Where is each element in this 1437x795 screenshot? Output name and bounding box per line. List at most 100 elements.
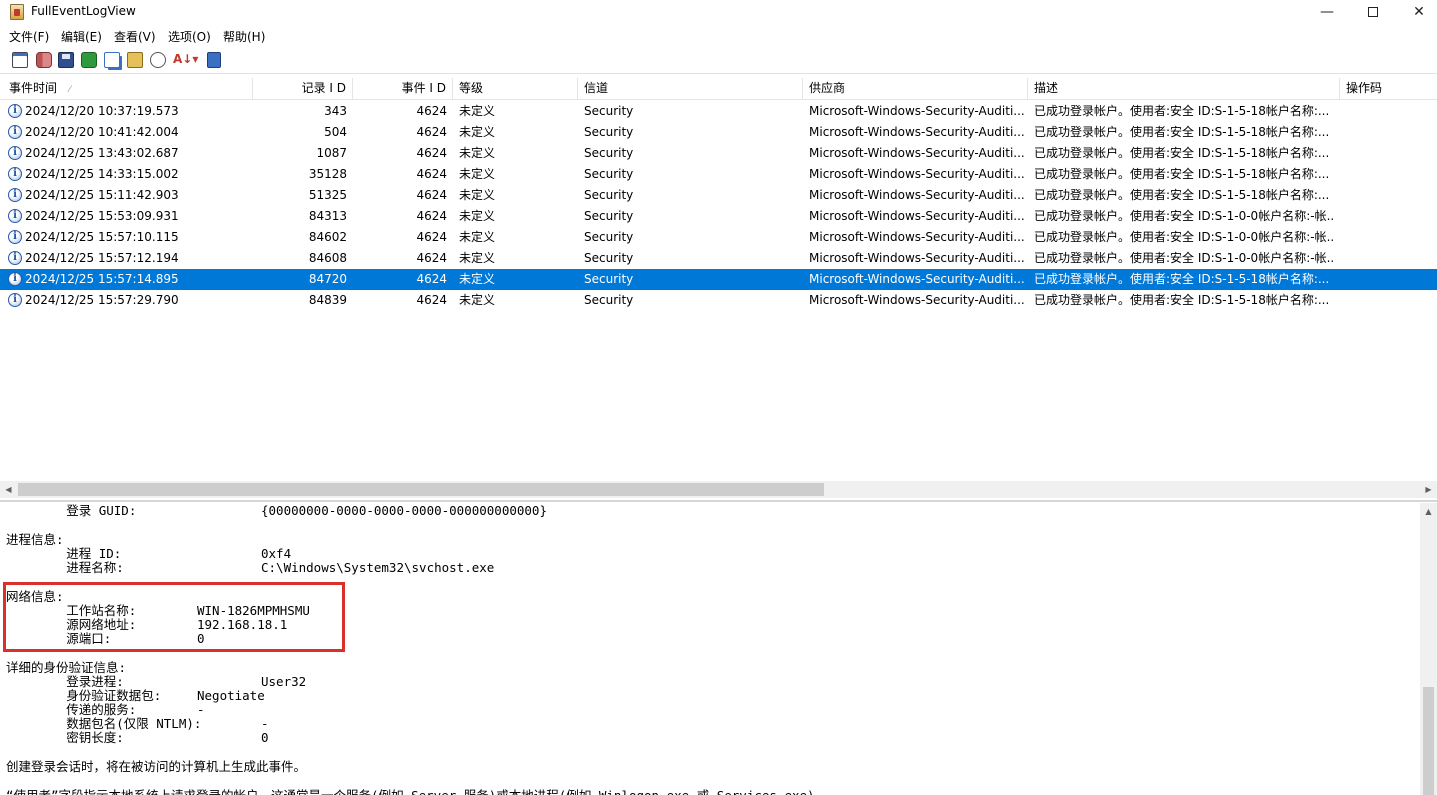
cell-event-id: 4624 (416, 125, 447, 139)
table-row[interactable]: i 2024/12/20 10:41:42.004 504 4624 未定义 Securi… (0, 122, 1437, 143)
copy-icon[interactable] (104, 52, 120, 68)
maximize-button[interactable] (1350, 0, 1396, 25)
detail-label: 身份验证数据包: (6, 688, 162, 703)
cell-event-id: 4624 (416, 209, 447, 223)
table-row[interactable]: i 2024/12/25 15:57:29.790 84839 4624 未定义 Secu… (0, 290, 1437, 311)
cell-level: 未定义 (459, 230, 496, 244)
menu-view[interactable]: 查看(V) (114, 28, 156, 45)
exit-icon[interactable] (207, 52, 221, 68)
detail-value: User32 (261, 674, 307, 689)
cell-channel: Security (584, 251, 634, 265)
cell-event-id: 4624 (416, 230, 447, 244)
cell-provider: Microsoft-Windows-Security-Auditi... (809, 104, 1024, 118)
cell-event-id: 4624 (416, 251, 447, 265)
horizontal-scroll-thumb[interactable] (18, 483, 824, 496)
pane-splitter[interactable] (0, 500, 1437, 502)
cell-channel: Security (584, 167, 634, 181)
cell-event-time: 2024/12/25 14:33:15.002 (25, 167, 179, 181)
cell-record-id: 51325 (308, 188, 347, 202)
column-header-description[interactable]: 描述 (1028, 78, 1340, 100)
vertical-scrollbar[interactable]: ▲ (1420, 503, 1437, 795)
cell-record-id: 504 (324, 125, 347, 139)
cell-record-id: 84720 (308, 272, 347, 286)
cell-event-id: 4624 (416, 293, 447, 307)
cell-provider: Microsoft-Windows-Security-Auditi... (809, 251, 1024, 265)
table-row[interactable]: i 2024/12/25 13:43:02.687 1087 4624 未定义 Secur… (0, 143, 1437, 164)
vertical-scroll-thumb[interactable] (1423, 687, 1434, 795)
sort-icon[interactable]: A↓▾ (173, 52, 199, 68)
cell-event-time: 2024/12/25 13:43:02.687 (25, 146, 179, 160)
table-row[interactable]: i 2024/12/25 15:53:09.931 84313 4624 未定义 Secu… (0, 206, 1437, 227)
detail-value: - (261, 716, 269, 731)
detail-value: - (197, 702, 205, 717)
info-icon: i (8, 146, 22, 160)
properties-icon[interactable] (12, 52, 28, 68)
scroll-right-icon[interactable]: ▶ (1420, 481, 1437, 498)
info-icon: i (8, 104, 22, 118)
cell-description: 已成功登录帐户。使用者:安全 ID:S-1-5-18帐户名称:... (1034, 104, 1330, 118)
cell-level: 未定义 (459, 251, 496, 265)
menu-file[interactable]: 文件(F) (9, 28, 49, 45)
cell-level: 未定义 (459, 272, 496, 286)
toolbar: A↓▾ (0, 47, 1437, 74)
window-title: FullEventLogView (31, 4, 136, 18)
database-icon[interactable] (36, 52, 52, 68)
detail-label: 进程 ID: (6, 546, 122, 561)
cell-channel: Security (584, 125, 634, 139)
detail-label: “使用者”字段指示本地系统上请求登录的帐户。这通常是一个服务(例如 Server… (6, 789, 827, 795)
cell-event-time: 2024/12/25 15:53:09.931 (25, 209, 179, 223)
cell-provider: Microsoft-Windows-Security-Auditi... (809, 125, 1024, 139)
cell-channel: Security (584, 230, 634, 244)
refresh-icon[interactable] (81, 52, 97, 68)
scroll-left-icon[interactable]: ◀ (0, 481, 17, 498)
cell-description: 已成功登录帐户。使用者:安全 ID:S-1-5-18帐户名称:... (1034, 146, 1330, 160)
info-icon: i (8, 188, 22, 202)
cell-event-time: 2024/12/25 15:57:12.194 (25, 251, 179, 265)
minimize-button[interactable]: — (1304, 0, 1350, 25)
info-icon: i (8, 272, 22, 286)
info-icon: i (8, 125, 22, 139)
cell-event-time: 2024/12/25 15:57:29.790 (25, 293, 179, 307)
html-report-icon[interactable] (127, 52, 143, 68)
table-row[interactable]: i 2024/12/25 15:57:12.194 84608 4624 未定义 Secu… (0, 248, 1437, 269)
column-header-record-id[interactable]: 记录 I D (253, 78, 353, 100)
cell-record-id: 84608 (308, 251, 347, 265)
cell-channel: Security (584, 209, 634, 223)
column-header-event-id[interactable]: 事件 I D (353, 78, 453, 100)
close-button[interactable]: ✕ (1396, 0, 1437, 25)
info-icon: i (8, 230, 22, 244)
column-header-level[interactable]: 等级 (453, 78, 578, 100)
cell-event-id: 4624 (416, 167, 447, 181)
cell-channel: Security (584, 293, 634, 307)
horizontal-scrollbar[interactable]: ◀ ▶ (0, 481, 1437, 498)
menu-edit[interactable]: 编辑(E) (61, 28, 102, 45)
save-icon[interactable] (58, 52, 74, 68)
column-header-opcode[interactable]: 操作码 (1340, 78, 1437, 100)
maximize-icon (1368, 7, 1378, 17)
detail-label: 传递的服务: (6, 702, 137, 717)
app-icon (10, 4, 24, 20)
cell-description: 已成功登录帐户。使用者:安全 ID:S-1-5-18帐户名称:... (1034, 167, 1330, 181)
find-icon[interactable] (150, 52, 166, 68)
detail-label: 密钥长度: (6, 730, 124, 745)
table-row[interactable]: i 2024/12/25 15:11:42.903 51325 4624 未定义 Secu… (0, 185, 1437, 206)
table-row[interactable]: i 2024/12/25 15:57:10.115 84602 4624 未定义 Secu… (0, 227, 1437, 248)
column-header-provider[interactable]: 供应商 (803, 78, 1028, 100)
table-row[interactable]: i 2024/12/25 15:57:14.895 84720 4624 未定义 Secu… (0, 269, 1437, 290)
table-row[interactable]: i 2024/12/25 14:33:15.002 35128 4624 未定义 Secu… (0, 164, 1437, 185)
cell-provider: Microsoft-Windows-Security-Auditi... (809, 146, 1024, 160)
column-header-event-time[interactable]: 事件时间 ⁄ (0, 78, 253, 100)
cell-event-id: 4624 (416, 146, 447, 160)
menu-options[interactable]: 选项(O) (168, 28, 211, 45)
info-icon: i (8, 251, 22, 265)
cell-event-id: 4624 (416, 104, 447, 118)
cell-channel: Security (584, 146, 634, 160)
table-row[interactable]: i 2024/12/20 10:37:19.573 343 4624 未定义 Securi… (0, 101, 1437, 122)
scroll-up-icon[interactable]: ▲ (1420, 503, 1437, 520)
cell-provider: Microsoft-Windows-Security-Auditi... (809, 272, 1024, 286)
cell-event-id: 4624 (416, 188, 447, 202)
network-info-highlight (3, 582, 345, 652)
menu-help[interactable]: 帮助(H) (223, 28, 265, 45)
cell-description: 已成功登录帐户。使用者:安全 ID:S-1-5-18帐户名称:... (1034, 125, 1330, 139)
column-header-channel[interactable]: 信道 (578, 78, 803, 100)
